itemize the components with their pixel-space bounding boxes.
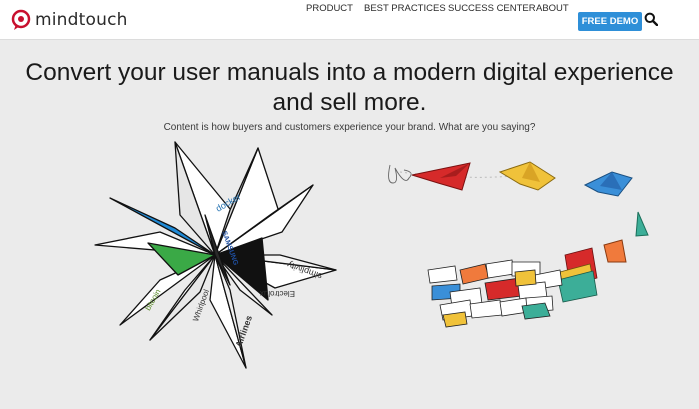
brand-logo[interactable]: mindtouch	[10, 8, 128, 32]
speech-bubble-logo-icon	[11, 9, 31, 30]
origami-star-illustration	[94, 141, 337, 369]
star-label-electrolux: Electrolux	[260, 289, 295, 298]
hero-headline: Convert your user manuals into a modern …	[0, 58, 699, 118]
scattered-pages-illustration	[427, 259, 563, 328]
nav-about[interactable]: ABOUT	[536, 3, 569, 14]
free-demo-button[interactable]: FREE DEMO	[578, 12, 642, 31]
hero-headline-line2: and sell more.	[272, 89, 427, 116]
teal-paper-fold-icon	[635, 211, 649, 237]
brand-name: mindtouch	[35, 10, 128, 30]
hero-subhead: Content is how buyers and customers expe…	[163, 122, 536, 133]
hero-illustration: docker SAMSUNG Electrolux simplivity Whi…	[94, 141, 649, 369]
search-icon[interactable]	[644, 12, 658, 26]
nav-success-center[interactable]: SUCCESS CENTER	[448, 3, 536, 14]
orange-paper-fold-icon	[603, 239, 627, 263]
hero-headline-line1: Convert your user manuals into a modern …	[25, 59, 674, 86]
nav-best-practices[interactable]: BEST PRACTICES	[364, 3, 446, 14]
nav-product[interactable]: PRODUCT	[306, 3, 353, 14]
site-header: mindtouch PRODUCT BEST PRACTICES SUCCESS…	[0, 0, 699, 40]
red-paper-bird-icon	[411, 162, 471, 191]
